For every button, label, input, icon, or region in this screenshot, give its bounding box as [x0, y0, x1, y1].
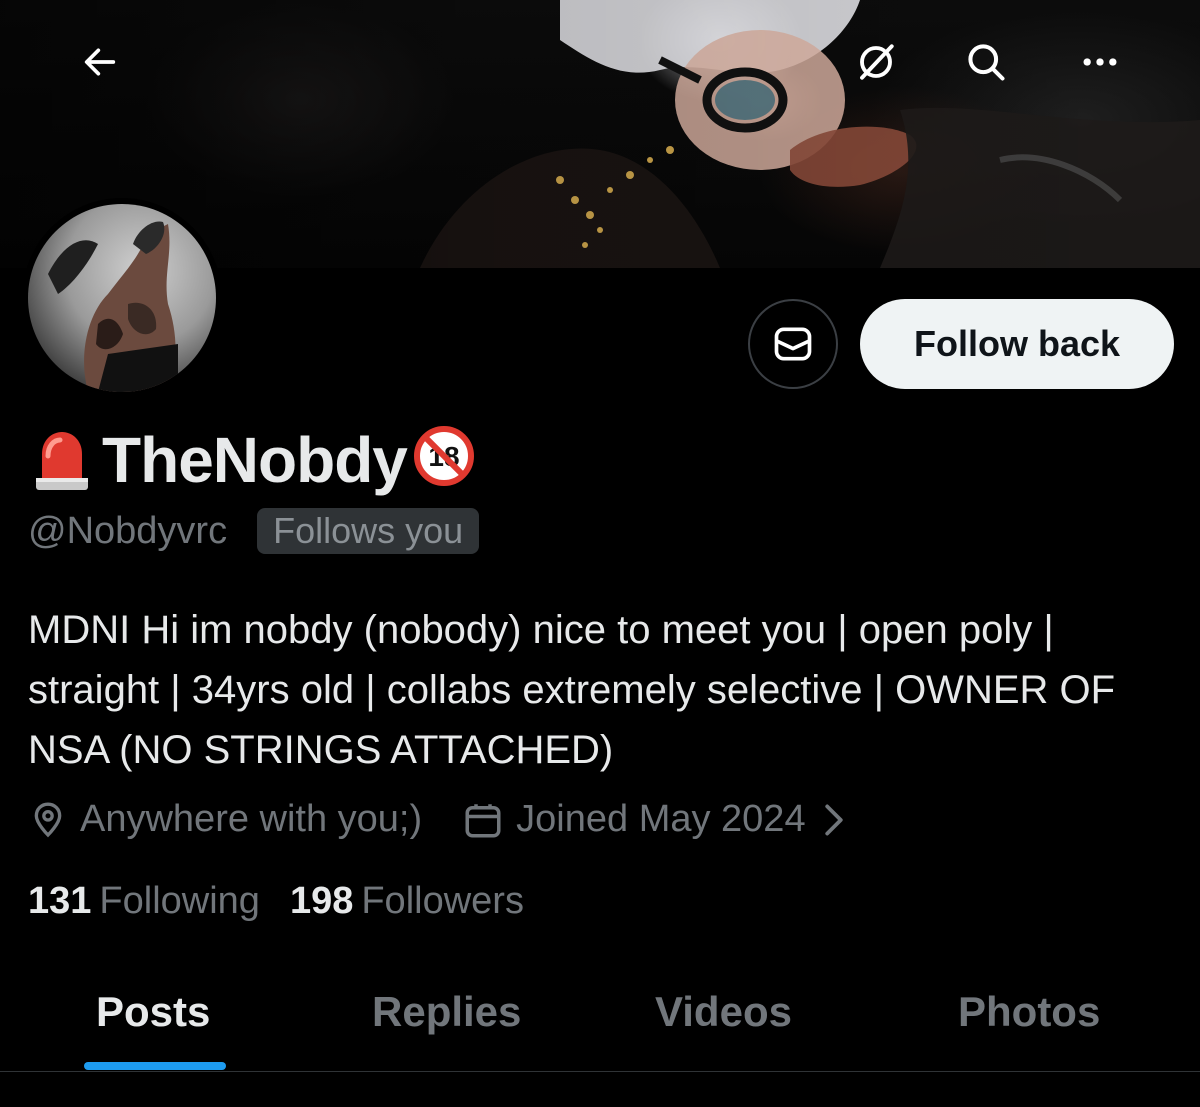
joined-text: Joined May 2024 — [516, 798, 806, 840]
no-under-18-icon: 18 — [413, 426, 474, 486]
chevron-right-icon — [824, 804, 843, 835]
display-name: TheNobdy — [102, 424, 408, 496]
followers-link[interactable]: 198 Followers — [290, 880, 524, 923]
tab-posts[interactable]: Posts — [96, 988, 210, 1036]
arrow-left-icon — [84, 48, 116, 76]
avatar-image — [28, 204, 216, 392]
back-button[interactable] — [60, 22, 140, 102]
joined-item[interactable]: Joined May 2024 — [462, 798, 857, 841]
user-handle: @Nobdyvrc — [28, 509, 228, 552]
envelope-icon — [774, 327, 812, 361]
grok-slash-circle-icon — [860, 44, 894, 80]
tab-replies[interactable]: Replies — [372, 988, 521, 1036]
profile-meta: Anywhere with you;) Joined May 2024 — [28, 798, 858, 841]
tab-videos[interactable]: Videos — [655, 988, 792, 1036]
location-text: Anywhere with you;) — [80, 798, 423, 840]
location-item: Anywhere with you;) — [28, 798, 422, 841]
location-pin-icon — [34, 801, 62, 837]
tab-photos[interactable]: Photos — [958, 988, 1100, 1036]
display-name-row: TheNobdy 18 — [32, 424, 475, 496]
follows-you-badge: Follows you — [257, 508, 480, 554]
active-tab-indicator — [84, 1062, 226, 1070]
followers-label: Followers — [361, 880, 524, 922]
followers-count: 198 — [289, 880, 354, 922]
profile-tabs: Posts Replies Videos Photos — [0, 960, 1200, 1072]
avatar[interactable] — [22, 198, 222, 398]
more-dots-icon — [1083, 58, 1117, 66]
profile-bio: MDNI Hi im nobdy (nobody) nice to meet y… — [28, 608, 1116, 772]
more-button[interactable] — [1060, 22, 1140, 102]
follow-stats: 131 Following 198 Followers — [28, 880, 554, 923]
search-button[interactable] — [946, 22, 1026, 102]
following-link[interactable]: 131 Following — [28, 880, 260, 923]
grok-button[interactable] — [836, 22, 916, 102]
handle-row: @Nobdyvrc Follows you — [28, 508, 480, 554]
siren-icon — [36, 432, 88, 490]
profile-page: Follow back TheNobdy 18 @Nobdyvrc Follow… — [0, 0, 1200, 1107]
search-icon — [968, 44, 1005, 81]
following-label: Following — [99, 880, 260, 922]
following-count: 131 — [28, 880, 92, 922]
follow-back-button[interactable]: Follow back — [860, 299, 1174, 389]
calendar-icon — [465, 803, 501, 837]
message-button[interactable] — [748, 299, 838, 389]
